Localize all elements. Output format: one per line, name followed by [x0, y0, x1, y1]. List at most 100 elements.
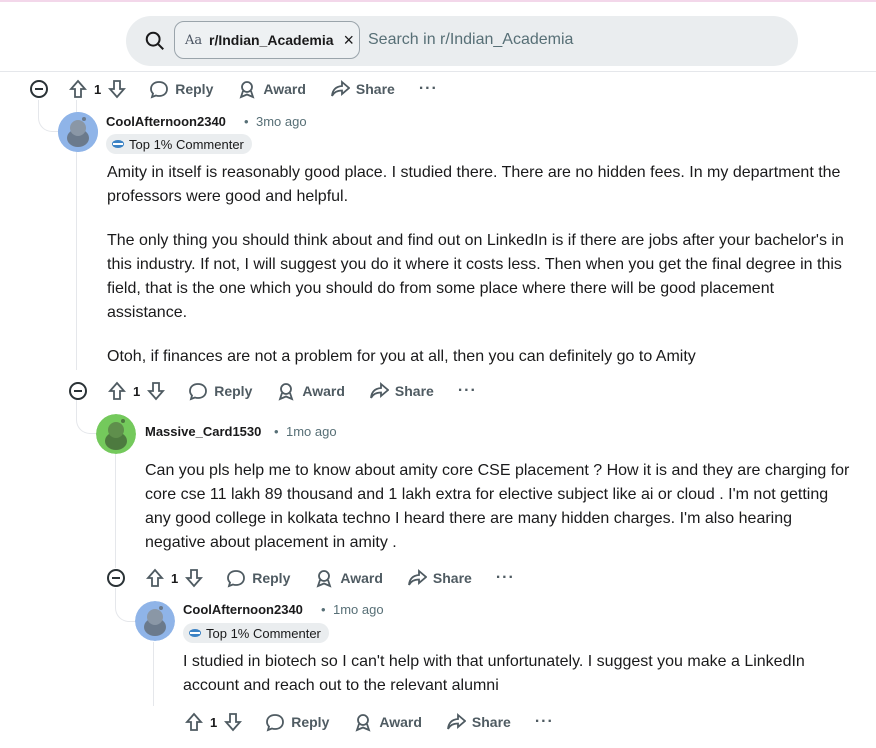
reply-label: Reply	[214, 383, 253, 399]
comment-author[interactable]: Massive_Card1530	[145, 424, 261, 439]
comment-paragraph: I studied in biotech so I can't help wit…	[183, 653, 805, 694]
share-label: Share	[394, 383, 434, 399]
collapse-thread-button[interactable]	[107, 569, 125, 587]
more-options-icon[interactable]: ···	[496, 569, 515, 587]
share-label: Share	[355, 81, 395, 97]
reply-icon	[266, 714, 285, 732]
badge-label: Top 1% Commenter	[129, 136, 244, 152]
comment-actions: 1 Reply Award Share ···	[69, 377, 477, 405]
vote-group: 1	[184, 712, 243, 732]
award-icon	[278, 383, 294, 401]
award-label: Award	[263, 81, 306, 97]
top-commenter-badge: Top 1% Commenter	[106, 134, 252, 154]
subreddit-chip-label: r/Indian_Academia	[209, 32, 334, 48]
comment-paragraph: Amity in itself is reasonably good place…	[107, 164, 841, 205]
comment-actions: 1 Reply Award Share ···	[184, 708, 554, 736]
comment-actions: 1 Reply Award Share ···	[30, 75, 438, 103]
top-bar: Aa r/Indian_Academia × Search in r/India…	[0, 0, 876, 72]
award-label: Award	[379, 714, 422, 730]
reply-label: Reply	[175, 81, 214, 97]
upvote-icon[interactable]	[107, 381, 127, 401]
award-button[interactable]: Award	[314, 568, 383, 588]
avatar[interactable]	[135, 601, 175, 641]
subreddit-search-bar[interactable]: Aa r/Indian_Academia × Search in r/India…	[126, 16, 798, 66]
upvote-icon[interactable]	[68, 79, 88, 99]
share-button[interactable]: Share	[330, 79, 395, 99]
reply-button[interactable]: Reply	[149, 79, 213, 99]
comment-body: Can you pls help me to know about amity …	[145, 459, 855, 575]
more-options-icon[interactable]: ···	[419, 80, 438, 98]
award-label: Award	[302, 383, 345, 399]
downvote-icon[interactable]	[107, 79, 127, 99]
upvote-icon[interactable]	[145, 568, 165, 588]
vote-group: 1	[107, 381, 166, 401]
vote-group: 1	[68, 79, 127, 99]
thread-elbow	[115, 588, 137, 622]
comment-paragraph: Can you pls help me to know about amity …	[145, 462, 850, 551]
snoo-avatar-icon	[135, 601, 175, 641]
badge-label: Top 1% Commenter	[206, 625, 321, 641]
more-options-icon[interactable]: ···	[535, 713, 554, 731]
comment-timestamp[interactable]: 1mo ago	[333, 602, 384, 617]
search-icon[interactable]	[144, 30, 166, 52]
thread-elbow	[38, 100, 60, 132]
reply-label: Reply	[252, 570, 291, 586]
award-icon	[355, 714, 371, 732]
vote-count: 1	[210, 714, 218, 730]
award-icon	[316, 570, 332, 588]
vote-count: 1	[133, 383, 141, 399]
thread-line	[115, 454, 116, 568]
commenter-badge-icon	[112, 140, 124, 148]
avatar[interactable]	[96, 414, 136, 454]
comment-actions: 1 Reply Award Share ···	[107, 564, 515, 592]
avatar[interactable]	[58, 112, 98, 152]
search-placeholder[interactable]: Search in r/Indian_Academia	[368, 31, 573, 49]
share-icon	[447, 713, 466, 730]
top-commenter-badge: Top 1% Commenter	[183, 623, 329, 643]
reply-icon	[150, 81, 169, 99]
downvote-icon[interactable]	[146, 381, 166, 401]
subreddit-chip-icon: Aa	[185, 32, 203, 48]
comment-timestamp[interactable]: 1mo ago	[286, 424, 337, 439]
award-button[interactable]: Award	[237, 79, 306, 99]
comment-timestamp[interactable]: 3mo ago	[256, 114, 307, 129]
vote-count: 1	[94, 81, 102, 97]
vote-count: 1	[171, 570, 179, 586]
commenter-badge-icon	[189, 629, 201, 637]
downvote-icon[interactable]	[223, 712, 243, 732]
award-label: Award	[340, 570, 383, 586]
comment-author[interactable]: CoolAfternoon2340	[183, 602, 303, 617]
thread-elbow	[76, 400, 98, 434]
reply-button[interactable]: Reply	[226, 568, 290, 588]
share-button[interactable]: Share	[369, 381, 434, 401]
thread-line	[153, 642, 154, 706]
share-button[interactable]: Share	[407, 568, 472, 588]
share-label: Share	[471, 714, 511, 730]
award-button[interactable]: Award	[353, 712, 422, 732]
collapse-thread-button[interactable]	[69, 382, 87, 400]
reply-label: Reply	[291, 714, 330, 730]
share-icon	[370, 382, 389, 399]
separator-dot: •	[274, 424, 279, 439]
comment-paragraph: Otoh, if finances are not a problem for …	[107, 348, 696, 365]
comment-author[interactable]: CoolAfternoon2340	[106, 114, 226, 129]
downvote-icon[interactable]	[184, 568, 204, 588]
share-icon	[331, 80, 350, 97]
reply-icon	[227, 570, 246, 588]
snoo-avatar-icon	[58, 112, 98, 152]
award-button[interactable]: Award	[276, 381, 345, 401]
more-options-icon[interactable]: ···	[458, 382, 477, 400]
collapse-thread-button[interactable]	[30, 80, 48, 98]
comment-paragraph: The only thing you should think about an…	[107, 232, 844, 321]
share-label: Share	[432, 570, 472, 586]
chip-close-icon[interactable]: ×	[344, 31, 355, 49]
subreddit-filter-chip[interactable]: Aa r/Indian_Academia ×	[174, 21, 360, 59]
upvote-icon[interactable]	[184, 712, 204, 732]
vote-group: 1	[145, 568, 204, 588]
separator-dot: •	[321, 602, 326, 617]
reply-icon	[189, 383, 208, 401]
reply-button[interactable]: Reply	[188, 381, 252, 401]
share-button[interactable]: Share	[446, 712, 511, 732]
reply-button[interactable]: Reply	[265, 712, 329, 732]
separator-dot: •	[244, 114, 249, 129]
